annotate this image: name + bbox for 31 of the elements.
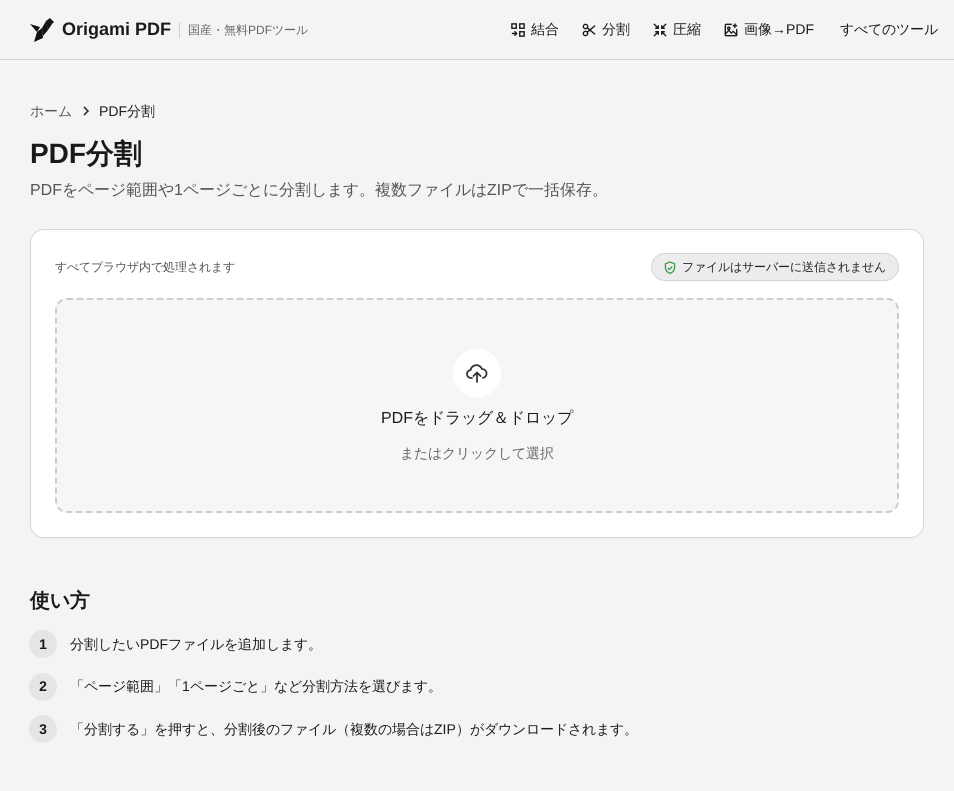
step-text: 「ページ範囲」「1ページごと」など分割方法を選びます。 [70, 677, 442, 696]
section-heading: 使い方 [30, 588, 91, 614]
breadcrumb-link[interactable]: ホーム [30, 101, 72, 121]
nav-link[interactable]: 分割 [582, 19, 630, 40]
file-drop-zone[interactable]: PDFをドラッグ＆ドロップ またはクリックして選択 [55, 298, 899, 513]
drop-zone-title: PDFをドラッグ＆ドロップ [381, 408, 573, 428]
page-title: PDF分割 [30, 137, 143, 171]
step-number: 1 [29, 630, 57, 658]
chevron-right-icon [82, 106, 90, 116]
nav-link[interactable]: 結合 [511, 19, 559, 40]
image-plus-icon [724, 22, 738, 36]
brand-tagline: 国産・無料PDFツール [188, 22, 308, 38]
nav-link[interactable]: 圧縮 [653, 19, 701, 40]
step-text: 分割したいPDFファイルを追加します。 [70, 634, 322, 654]
merge-icon [511, 22, 525, 36]
drop-zone-hint: またはクリックして選択 [400, 444, 554, 462]
nav-link[interactable]: すべてのツール [840, 19, 938, 40]
brand-name[interactable]: Origami PDF [62, 16, 172, 43]
step-number: 3 [29, 715, 57, 743]
breadcrumb-current: PDF分割 [99, 102, 155, 121]
shield-check-icon [664, 260, 676, 274]
page-description: PDFをページ範囲や1ページごとに分割します。複数ファイルはZIPで一括保存。 [30, 180, 609, 201]
privacy-note: すべてブラウザ内で処理されます [55, 259, 235, 276]
step-number: 2 [29, 672, 57, 700]
privacy-badge: ファイルはサーバーに送信されません [651, 253, 899, 281]
step-text: 「分割する」を押すと、分割後のファイル（複数の場合はZIP）がダウンロードされます。 [70, 720, 638, 738]
nav-link[interactable]: 画像→PDF [724, 19, 814, 40]
origami-bird-logo-icon[interactable] [30, 18, 54, 42]
compress-arrows-icon [653, 22, 667, 36]
scissors-icon [582, 22, 596, 36]
upload-cloud-icon [453, 348, 501, 396]
